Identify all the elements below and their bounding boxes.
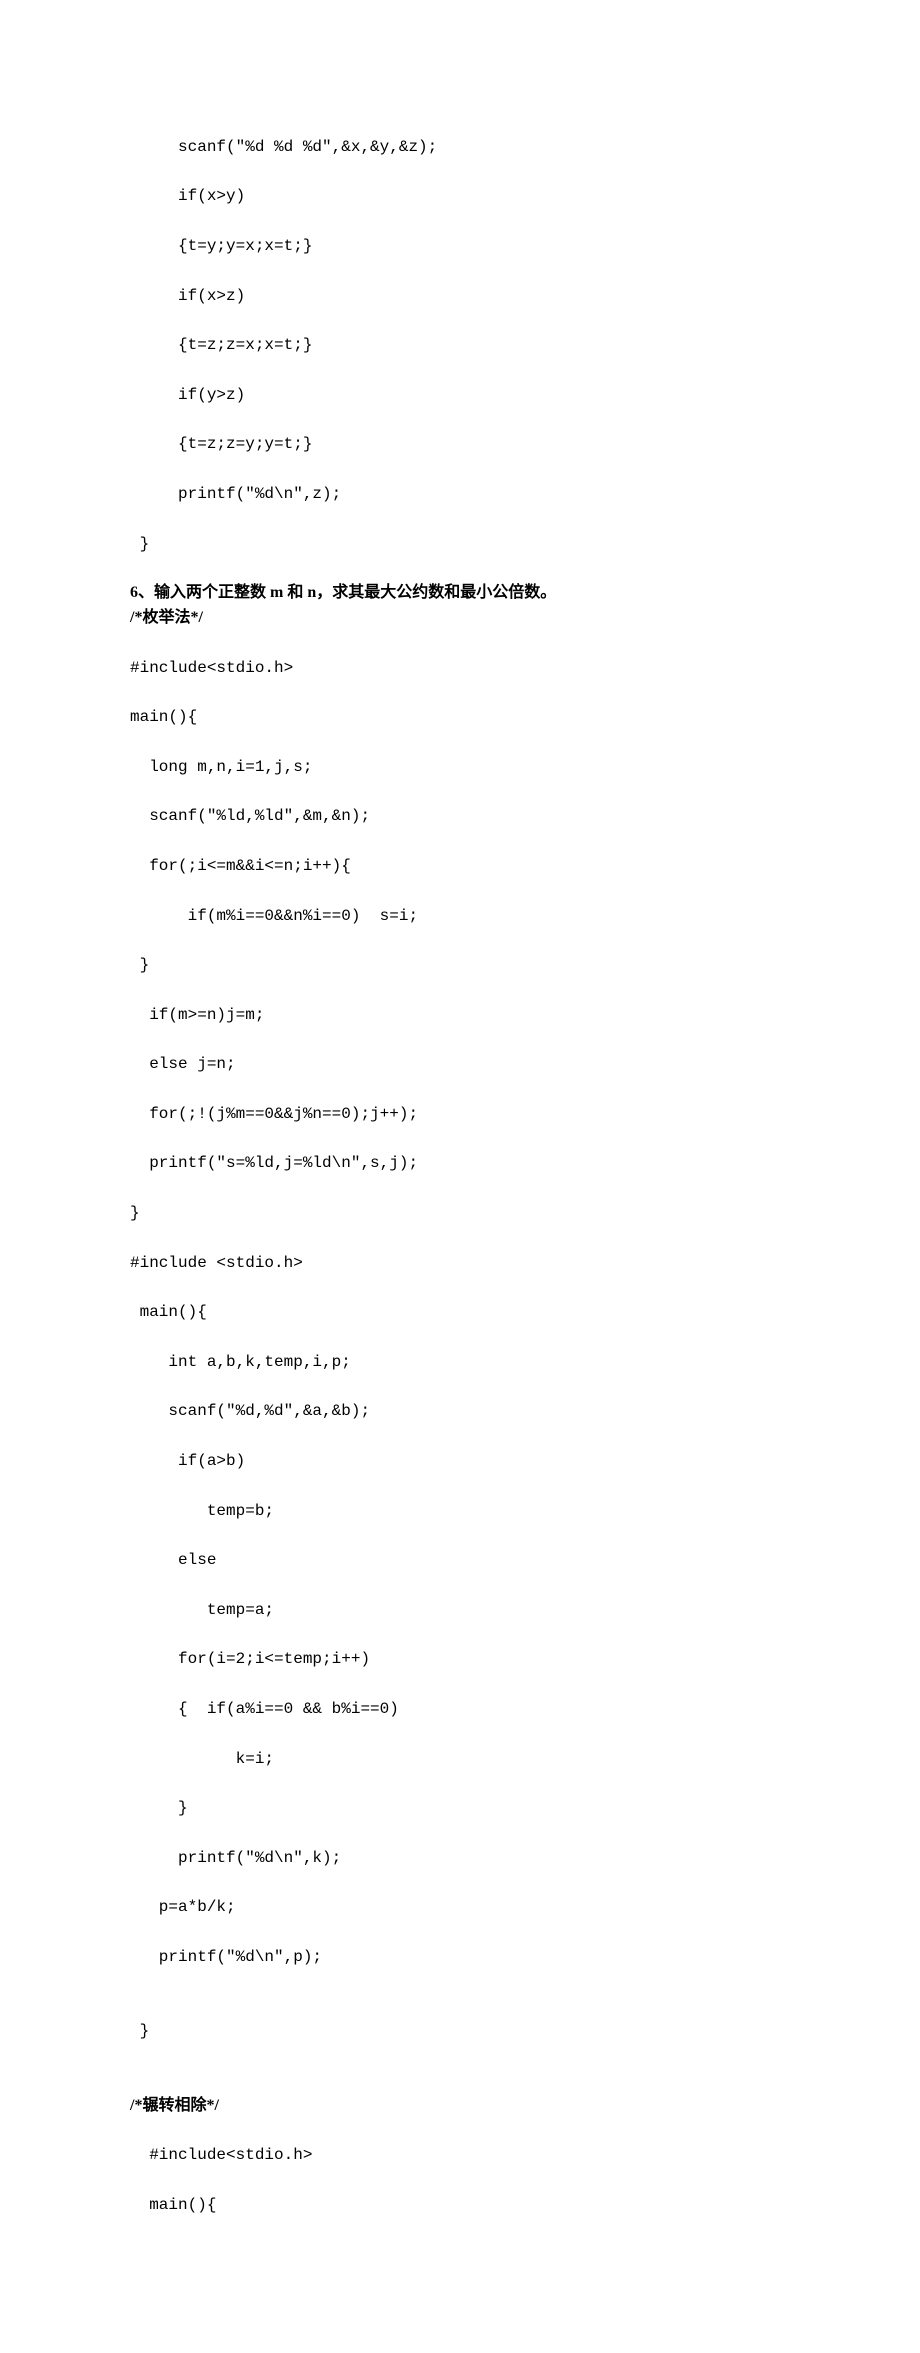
code-line: k=i; xyxy=(130,1747,790,1772)
code-line: for(;!(j%m==0&&j%n==0);j++); xyxy=(130,1102,790,1127)
code-line: if(x>y) xyxy=(130,184,790,209)
problem-heading-6: 6、输入两个正整数 m 和 n，求其最大公约数和最小公倍数。 xyxy=(130,581,790,606)
code-line: } xyxy=(130,1201,790,1226)
code-line: if(x>z) xyxy=(130,284,790,309)
code-line: } xyxy=(130,532,790,557)
code-line: scanf("%ld,%ld",&m,&n); xyxy=(130,804,790,829)
code-line: temp=b; xyxy=(130,1499,790,1524)
code-line: else xyxy=(130,1548,790,1573)
code-line: {t=z;z=x;x=t;} xyxy=(130,333,790,358)
code-line: printf("%d\n",z); xyxy=(130,482,790,507)
code-line: main(){ xyxy=(130,1300,790,1325)
code-line: scanf("%d,%d",&a,&b); xyxy=(130,1399,790,1424)
code-line: for(;i<=m&&i<=n;i++){ xyxy=(130,854,790,879)
code-line: {t=z;z=y;y=t;} xyxy=(130,432,790,457)
code-line: } xyxy=(130,953,790,978)
code-line: main(){ xyxy=(130,705,790,730)
code-block-1: scanf("%d %d %d",&x,&y,&z); if(x>y) {t=y… xyxy=(130,110,790,581)
code-line: scanf("%d %d %d",&x,&y,&z); xyxy=(130,135,790,160)
code-line: else j=n; xyxy=(130,1052,790,1077)
code-line: } xyxy=(130,1796,790,1821)
comment-enum: /*枚举法*/ xyxy=(130,606,790,631)
code-line: if(y>z) xyxy=(130,383,790,408)
code-line: printf("%d\n",k); xyxy=(130,1846,790,1871)
code-line: printf("s=%ld,j=%ld\n",s,j); xyxy=(130,1151,790,1176)
code-line: printf("%d\n",p); xyxy=(130,1945,790,1970)
code-line: if(a>b) xyxy=(130,1449,790,1474)
code-line: #include<stdio.h> xyxy=(130,2143,790,2168)
comment-euclid: /*辗转相除*/ xyxy=(130,2094,790,2119)
code-line: } xyxy=(130,2019,790,2044)
code-line: int a,b,k,temp,i,p; xyxy=(130,1350,790,1375)
code-line: temp=a; xyxy=(130,1598,790,1623)
code-line: #include <stdio.h> xyxy=(130,1251,790,1276)
code-line: long m,n,i=1,j,s; xyxy=(130,755,790,780)
code-line: main(){ xyxy=(130,2193,790,2218)
code-line: if(m%i==0&&n%i==0) s=i; xyxy=(130,904,790,929)
code-line: {t=y;y=x;x=t;} xyxy=(130,234,790,259)
code-line: #include<stdio.h> xyxy=(130,656,790,681)
code-line: if(m>=n)j=m; xyxy=(130,1003,790,1028)
code-line: { if(a%i==0 && b%i==0) xyxy=(130,1697,790,1722)
blank-line xyxy=(130,2069,790,2094)
code-line: p=a*b/k; xyxy=(130,1895,790,1920)
code-block-2: #include<stdio.h> main(){ long m,n,i=1,j… xyxy=(130,631,790,2069)
code-line: for(i=2;i<=temp;i++) xyxy=(130,1647,790,1672)
code-block-3: #include<stdio.h> main(){ xyxy=(130,2119,790,2243)
